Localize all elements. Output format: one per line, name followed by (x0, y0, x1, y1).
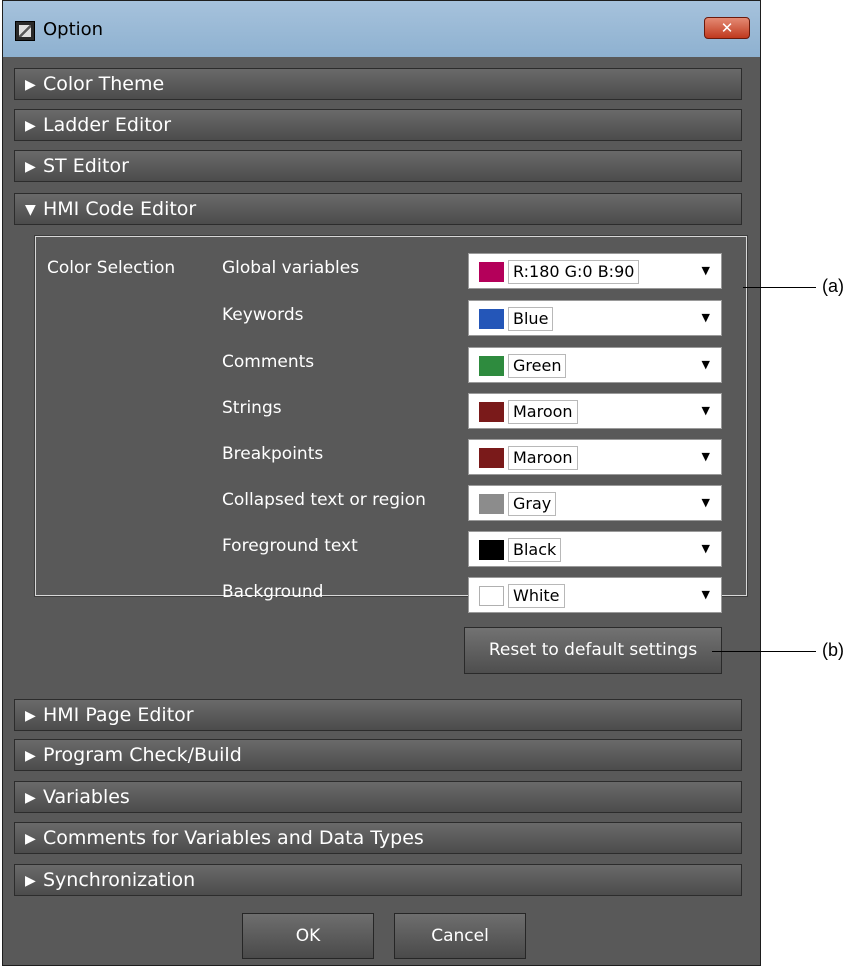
color-swatch (479, 262, 504, 282)
selected-value: Maroon (508, 400, 578, 424)
selected-value: R:180 G:0 B:90 (508, 260, 640, 284)
section-st-editor[interactable]: ▶ ST Editor (14, 150, 742, 182)
expand-arrow-icon: ▶ (25, 77, 36, 93)
section-program-check-build[interactable]: ▶ Program Check/Build (14, 739, 742, 771)
comments-color-select[interactable]: Green ▼ (468, 347, 722, 383)
dropdown-arrow-icon: ▼ (701, 264, 710, 277)
color-swatch (479, 448, 504, 468)
cancel-button[interactable]: Cancel (394, 913, 526, 959)
color-selection-label: Color Selection (47, 258, 176, 278)
section-label: Color Theme (43, 73, 165, 95)
collapsed-text-color-select[interactable]: Gray ▼ (468, 485, 722, 521)
background-color-select[interactable]: White ▼ (468, 577, 722, 613)
close-button[interactable]: ✕ (704, 17, 750, 39)
color-swatch (479, 356, 504, 376)
row-label-strings: Strings (222, 398, 282, 418)
row-label-comments: Comments (222, 352, 315, 372)
section-ladder-editor[interactable]: ▶ Ladder Editor (14, 109, 742, 141)
app-icon (15, 21, 35, 41)
dropdown-arrow-icon: ▼ (701, 542, 710, 555)
selected-value: Blue (508, 307, 554, 331)
title-bar[interactable]: Option ✕ (3, 1, 760, 57)
foreground-text-color-select[interactable]: Black ▼ (468, 531, 722, 567)
section-label: Comments for Variables and Data Types (43, 827, 424, 849)
selected-value: Green (508, 354, 567, 378)
breakpoints-color-select[interactable]: Maroon ▼ (468, 439, 722, 475)
section-label: Ladder Editor (43, 114, 172, 136)
dropdown-arrow-icon: ▼ (701, 311, 710, 324)
dropdown-arrow-icon: ▼ (701, 404, 710, 417)
expand-arrow-icon: ▶ (25, 118, 36, 134)
section-synchronization[interactable]: ▶ Synchronization (14, 864, 742, 896)
section-label: HMI Page Editor (43, 704, 194, 726)
selected-value: Maroon (508, 446, 578, 470)
ok-button[interactable]: OK (242, 913, 374, 959)
selected-value: Gray (508, 492, 557, 516)
expand-arrow-icon: ▶ (25, 831, 36, 847)
dropdown-arrow-icon: ▼ (701, 450, 710, 463)
collapse-arrow-icon: ▼ (25, 202, 36, 218)
selected-value: Black (508, 538, 562, 562)
expand-arrow-icon: ▶ (25, 790, 36, 806)
section-label: Synchronization (43, 869, 196, 891)
color-swatch (479, 540, 504, 560)
section-label: Program Check/Build (43, 744, 242, 766)
row-label-foreground-text: Foreground text (222, 536, 358, 556)
row-label-background: Background (222, 582, 324, 602)
section-label: HMI Code Editor (43, 198, 197, 220)
selected-value: White (508, 584, 565, 608)
color-swatch (479, 586, 504, 606)
expand-arrow-icon: ▶ (25, 873, 36, 889)
dropdown-arrow-icon: ▼ (701, 588, 710, 601)
callout-line-b (712, 651, 816, 652)
row-label-breakpoints: Breakpoints (222, 444, 324, 464)
expand-arrow-icon: ▶ (25, 748, 36, 764)
expand-arrow-icon: ▶ (25, 159, 36, 175)
row-label-keywords: Keywords (222, 305, 304, 325)
section-hmi-page-editor[interactable]: ▶ HMI Page Editor (14, 699, 742, 731)
callout-line-a (743, 287, 816, 288)
expand-arrow-icon: ▶ (25, 708, 36, 724)
color-swatch (479, 309, 504, 329)
color-swatch (479, 494, 504, 514)
section-color-theme[interactable]: ▶ Color Theme (14, 68, 742, 100)
callout-label-b: (b) (822, 640, 844, 660)
reset-to-default-button[interactable]: Reset to default settings (464, 627, 722, 674)
section-variables[interactable]: ▶ Variables (14, 781, 742, 813)
strings-color-select[interactable]: Maroon ▼ (468, 393, 722, 429)
dropdown-arrow-icon: ▼ (701, 496, 710, 509)
section-label: ST Editor (43, 155, 129, 177)
section-hmi-code-editor[interactable]: ▼ HMI Code Editor (14, 193, 742, 225)
color-swatch (479, 402, 504, 422)
global-variables-color-select[interactable]: R:180 G:0 B:90 ▼ (468, 253, 722, 289)
row-label-global-variables: Global variables (222, 258, 360, 278)
keywords-color-select[interactable]: Blue ▼ (468, 300, 722, 336)
row-label-collapsed-text: Collapsed text or region (222, 490, 426, 510)
callout-label-a: (a) (822, 276, 844, 296)
dropdown-arrow-icon: ▼ (701, 358, 710, 371)
window-title: Option (43, 19, 104, 40)
section-label: Variables (43, 786, 130, 808)
section-comments-variables-data-types[interactable]: ▶ Comments for Variables and Data Types (14, 822, 742, 854)
